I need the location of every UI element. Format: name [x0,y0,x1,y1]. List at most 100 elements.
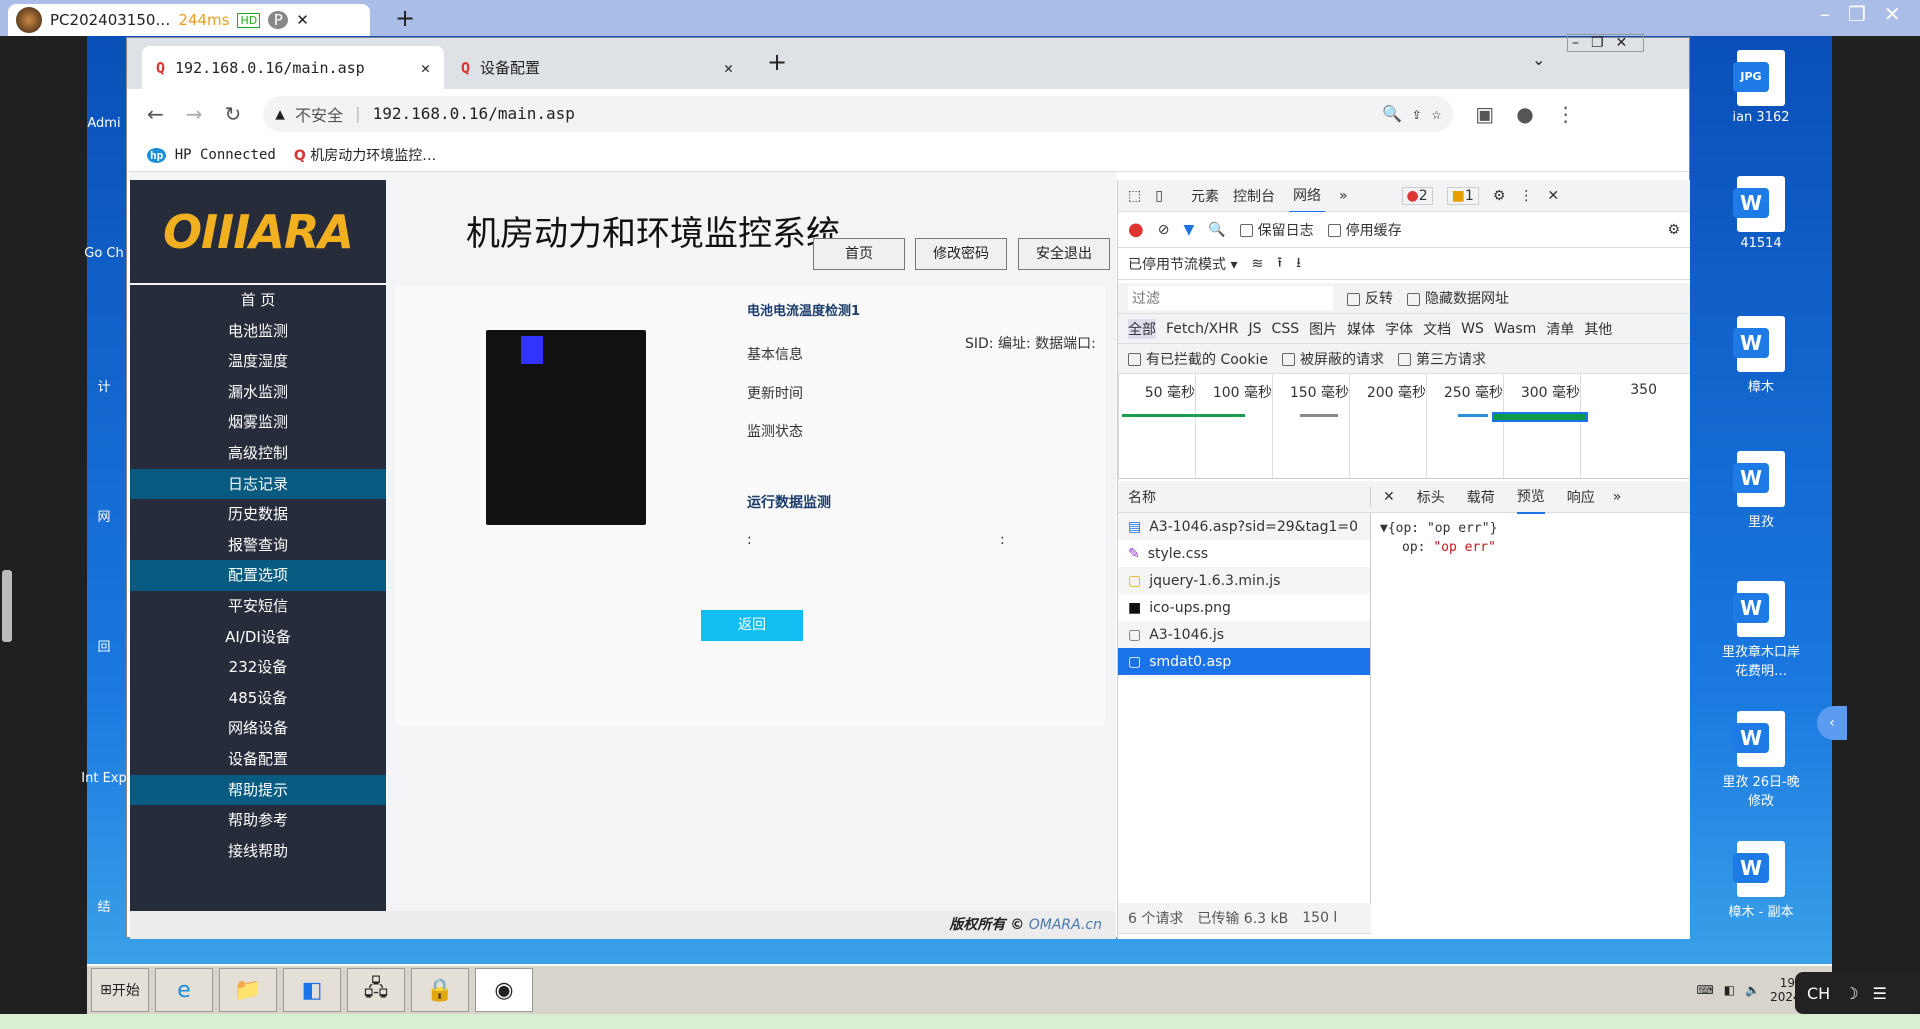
desktop-icon[interactable]: W 樟木 - 副本 [1716,841,1806,920]
tab-console[interactable]: 控制台 [1233,186,1275,206]
close-detail-icon[interactable]: ✕ [1383,489,1395,505]
close-icon[interactable]: ✕ [296,11,309,29]
desktop-icon[interactable]: 结 [79,896,129,915]
start-button[interactable]: ⊞ 开始 [91,968,149,1012]
home-button[interactable]: 首页 [813,238,905,270]
timeline-overview[interactable]: 50 毫秒 100 毫秒 150 毫秒 200 毫秒 250 毫秒 300 毫秒 350 [1118,374,1690,479]
type-filter[interactable]: Fetch/XHR [1166,321,1239,337]
detail-tab-preview[interactable]: 预览 [1516,480,1545,514]
close-icon[interactable]: ✕ [1547,188,1559,204]
sidebar-item[interactable]: 设备配置 [130,744,386,775]
ie-taskbar-icon[interactable]: e [155,968,213,1012]
address-bar[interactable]: ▲ 不安全 | 192.168.0.16/main.asp 🔍 ⇪ ☆ [263,95,1454,132]
type-filter[interactable]: 图片 [1309,319,1337,339]
tab-main[interactable]: Q 192.168.0.16/main.asp ✕ [142,46,444,89]
bookmark-star-icon[interactable]: ☆ [1432,104,1442,123]
desktop-icon[interactable]: W 樟木 [1716,316,1806,395]
sidebar-item[interactable]: 报警查询 [130,530,386,561]
request-row[interactable]: ▤ A3-1046.asp?sid=29&tag1=0 [1118,513,1370,540]
window-controls[interactable]: –❐✕ [1820,2,1919,26]
desktop-icon[interactable]: JPG ian 3162 [1716,50,1806,125]
desktop-icon[interactable]: Go Ch [79,246,129,261]
window-controls[interactable]: –❐✕ [1567,34,1645,52]
sidebar-item[interactable]: 帮助提示 [130,774,386,806]
request-row[interactable]: ▢ smdat0.asp [1118,648,1370,675]
desktop-icon[interactable]: W 里孜 26日-晚修改 [1716,711,1806,809]
back-button[interactable]: 返回 [701,610,803,641]
type-filter[interactable]: WS [1461,321,1484,337]
sidebar-item[interactable]: AI/DI设备 [130,622,386,653]
remote-session-tab[interactable]: PC202403150… 244ms HD P ✕ [8,4,370,36]
reload-icon[interactable]: ↻ [225,102,242,126]
side-expand-button[interactable]: ‹ [1817,706,1847,740]
network-taskbar-icon[interactable]: 🖧 [347,968,405,1012]
new-tab-icon[interactable]: + [395,4,415,32]
disable-cache-checkbox[interactable]: 停用缓存 [1327,220,1402,240]
chrome-taskbar-icon[interactable]: ◉ [475,968,533,1012]
detail-tab-response[interactable]: 响应 [1567,487,1595,507]
share-icon[interactable]: ⇪ [1412,104,1422,123]
type-filter[interactable]: 文档 [1423,319,1451,339]
hide-data-urls-checkbox[interactable]: 隐藏数据网址 [1407,288,1509,308]
sidebar-item[interactable]: 烟雾监测 [130,407,386,438]
more-tabs-icon[interactable]: » [1339,188,1348,204]
more-icon[interactable]: ⋮ [1519,188,1533,204]
network-settings-icon[interactable]: ⚙ [1667,222,1680,238]
type-filter[interactable]: Wasm [1494,321,1536,337]
filter-icon[interactable]: ▼ [1183,222,1194,238]
network-conditions-icon[interactable]: ≋ [1251,256,1263,272]
device-toggle-icon[interactable]: ▯ [1155,188,1163,204]
back-icon[interactable]: ← [147,102,164,126]
preserve-log-checkbox[interactable]: 保留日志 [1239,220,1314,240]
request-row[interactable]: ▢ A3-1046.js [1118,621,1370,648]
zoom-icon[interactable]: 🔍 [1382,104,1402,123]
sidebar-item[interactable]: 温度湿度 [130,346,386,377]
new-tab-icon[interactable]: + [767,48,787,76]
clear-icon[interactable]: ⊘ [1158,222,1170,238]
desktop-icon[interactable]: Int Exp [79,771,129,786]
type-filter[interactable]: 字体 [1385,319,1413,339]
tab-network[interactable]: 网络 [1288,179,1325,213]
profile-icon[interactable]: ● [1516,102,1533,126]
throttle-select[interactable]: 已停用节流模式 ▾ [1128,254,1237,274]
desktop-icon[interactable]: 网 [79,506,129,525]
sidebar-item[interactable]: 首 页 [130,285,386,316]
type-filter[interactable]: JS [1249,321,1262,337]
sidebar-item[interactable]: 232设备 [130,652,386,683]
bookmark-hp[interactable]: hp HP Connected [147,147,276,163]
logout-button[interactable]: 安全退出 [1018,238,1110,270]
desktop-icon[interactable]: W 里孜章木口岸花费明… [1716,581,1806,679]
sidebar-item[interactable]: 漏水监测 [130,377,386,408]
app-taskbar-icon[interactable]: ◧ [283,968,341,1012]
sidebar-item[interactable]: 历史数据 [130,499,386,530]
hd-badge[interactable]: HD [237,12,261,28]
lock-taskbar-icon[interactable]: 🔒 [411,968,469,1012]
desktop-icon[interactable]: Admi [79,116,129,131]
inspect-icon[interactable]: ⬚ [1128,188,1141,204]
request-row[interactable]: ✎ style.css [1118,540,1370,567]
p-badge[interactable]: P [268,11,289,29]
invert-checkbox[interactable]: 反转 [1347,288,1393,308]
sidebar-item[interactable]: 网络设备 [130,713,386,744]
menu-icon[interactable]: ⋮ [1556,102,1576,126]
type-filter[interactable]: 媒体 [1347,319,1375,339]
import-icon[interactable]: ⭱ [1277,252,1282,276]
type-filter[interactable]: 全部 [1128,318,1156,339]
search-icon[interactable]: 🔍 [1208,222,1225,238]
explorer-taskbar-icon[interactable]: 📁 [219,968,277,1012]
footer-link[interactable]: OMARA.cn [1029,917,1102,933]
detail-tab-payload[interactable]: 载荷 [1467,487,1495,507]
request-row[interactable]: ■ ico-ups.png [1118,594,1370,621]
error-count[interactable]: ●2 [1401,186,1433,205]
ime-indicator[interactable]: CH ☽ ☰ [1795,972,1920,1014]
sidebar-item[interactable]: 接线帮助 [130,836,386,867]
warning-count[interactable]: ■1 [1446,186,1479,205]
type-filter[interactable]: 清单 [1546,319,1574,339]
desktop-icon[interactable]: 计 [79,376,129,395]
sidebar-item[interactable]: 485设备 [130,683,386,714]
blocked-cookies-checkbox[interactable]: 有已拦截的 Cookie [1128,349,1268,369]
sidebar-item[interactable]: 帮助参考 [130,805,386,836]
record-icon[interactable]: ● [1128,219,1144,240]
export-icon[interactable]: ⭳ [1296,252,1301,276]
type-filter[interactable]: CSS [1272,321,1300,337]
